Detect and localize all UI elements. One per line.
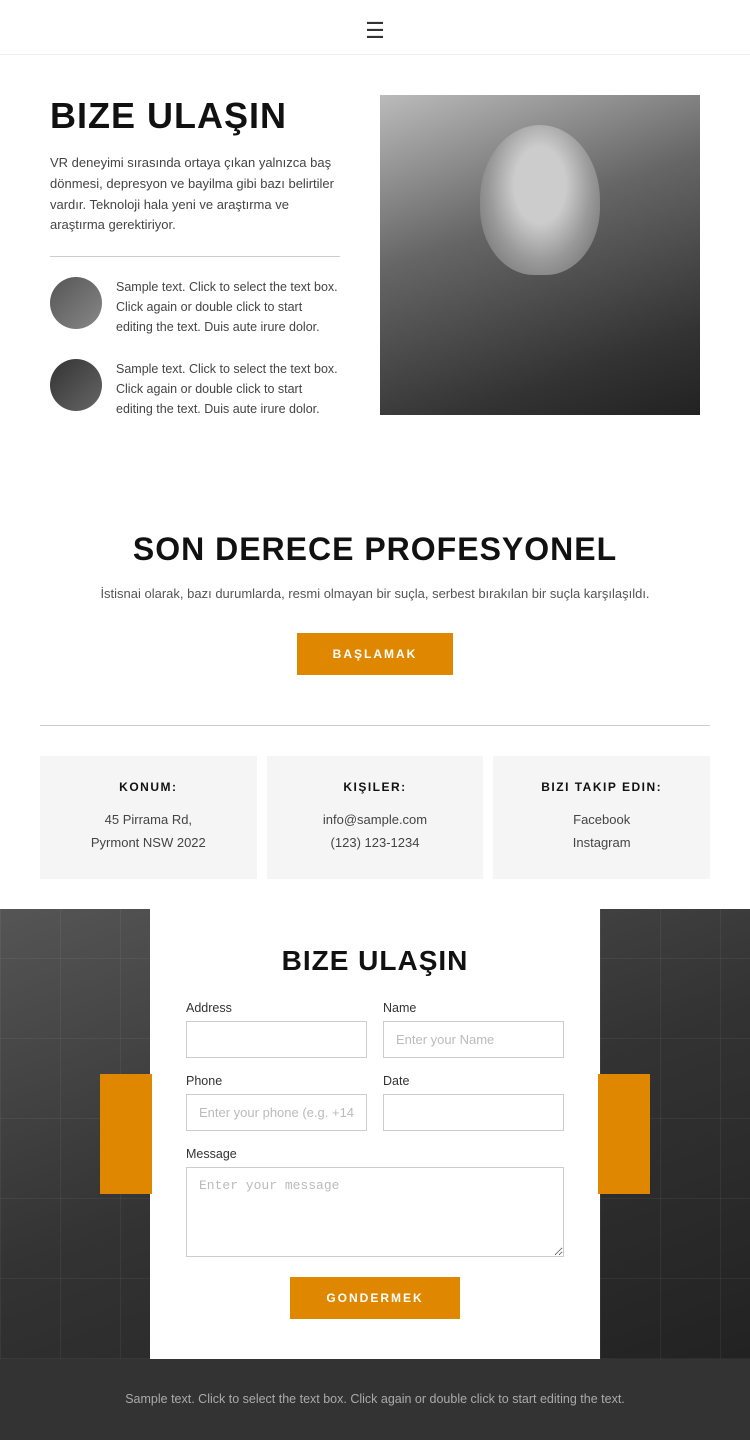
professional-description: İstisnai olarak, bazı durumlarda, resmi … — [100, 584, 650, 605]
form-row-phone-date: Phone Date — [186, 1074, 564, 1131]
avatar-img-2 — [50, 359, 102, 411]
form-field-date: Date — [383, 1074, 564, 1131]
date-input[interactable] — [383, 1094, 564, 1131]
professional-section: Son Derece Profesyonel İstisnai olarak, … — [0, 481, 750, 715]
info-card-social-title: Bizi Takip Edin: — [513, 780, 690, 794]
name-label: Name — [383, 1001, 564, 1015]
footer-text: Sample text. Click to select the text bo… — [120, 1389, 630, 1410]
info-card-contact: Kişiler: info@sample.com (123) 123-1234 — [267, 756, 484, 879]
info-card-social-content: Facebook Instagram — [513, 808, 690, 855]
hero-title: Bize Ulaşın — [50, 95, 340, 137]
info-card-contact-title: Kişiler: — [287, 780, 464, 794]
contact-text-2: Sample text. Click to select the text bo… — [116, 359, 340, 419]
facebook-link[interactable]: Facebook — [513, 808, 690, 831]
form-title: Bize Ulaşın — [186, 945, 564, 977]
name-input[interactable] — [383, 1021, 564, 1058]
info-card-location-title: Konum: — [60, 780, 237, 794]
hero-divider — [50, 256, 340, 257]
form-field-name: Name — [383, 1001, 564, 1058]
hero-section: Bize Ulaşın VR deneyimi sırasında ortaya… — [0, 55, 750, 481]
hero-description: VR deneyimi sırasında ortaya çıkan yalnı… — [50, 153, 340, 236]
address-input[interactable] — [186, 1021, 367, 1058]
date-label: Date — [383, 1074, 564, 1088]
location-line2: Pyrmont NSW 2022 — [91, 835, 206, 850]
form-field-phone: Phone — [186, 1074, 367, 1131]
professional-title: Son Derece Profesyonel — [100, 531, 650, 568]
location-line1: 45 Pirrama Rd, — [105, 812, 192, 827]
phone-input[interactable] — [186, 1094, 367, 1131]
message-label: Message — [186, 1147, 564, 1161]
hero-photo — [380, 95, 700, 415]
info-card-location: Konum: 45 Pirrama Rd, Pyrmont NSW 2022 — [40, 756, 257, 879]
avatar-2 — [50, 359, 102, 411]
form-field-message: Message — [186, 1147, 564, 1257]
form-field-address: Address — [186, 1001, 367, 1058]
hero-photo-container — [380, 95, 700, 415]
address-label: Address — [186, 1001, 367, 1015]
form-submit-row: Gondermek — [186, 1277, 564, 1329]
avatar-1 — [50, 277, 102, 329]
contact-item-1: Sample text. Click to select the text bo… — [50, 277, 340, 337]
message-textarea[interactable] — [186, 1167, 564, 1257]
form-row-address-name: Address Name — [186, 1001, 564, 1058]
info-card-location-content: 45 Pirrama Rd, Pyrmont NSW 2022 — [60, 808, 237, 855]
form-section-wrapper: Bize Ulaşın Address Name Phone Date Mess… — [0, 909, 750, 1359]
instagram-link[interactable]: Instagram — [513, 831, 690, 854]
submit-button[interactable]: Gondermek — [290, 1277, 459, 1319]
contact-phone: (123) 123-1234 — [331, 835, 420, 850]
contact-item-2: Sample text. Click to select the text bo… — [50, 359, 340, 419]
info-cards: Konum: 45 Pirrama Rd, Pyrmont NSW 2022 K… — [0, 726, 750, 909]
hamburger-icon[interactable]: ☰ — [365, 18, 385, 44]
start-button[interactable]: Başlamak — [297, 633, 454, 675]
footer: Sample text. Click to select the text bo… — [0, 1359, 750, 1440]
form-container: Bize Ulaşın Address Name Phone Date Mess… — [150, 909, 600, 1359]
contact-email: info@sample.com — [323, 812, 427, 827]
phone-label: Phone — [186, 1074, 367, 1088]
orange-bar-left — [100, 1074, 152, 1194]
orange-bar-right — [598, 1074, 650, 1194]
info-card-contact-content: info@sample.com (123) 123-1234 — [287, 808, 464, 855]
header: ☰ — [0, 0, 750, 55]
info-card-social: Bizi Takip Edin: Facebook Instagram — [493, 756, 710, 879]
contact-text-1: Sample text. Click to select the text bo… — [116, 277, 340, 337]
avatar-img-1 — [50, 277, 102, 329]
hero-left: Bize Ulaşın VR deneyimi sırasında ortaya… — [50, 95, 350, 441]
